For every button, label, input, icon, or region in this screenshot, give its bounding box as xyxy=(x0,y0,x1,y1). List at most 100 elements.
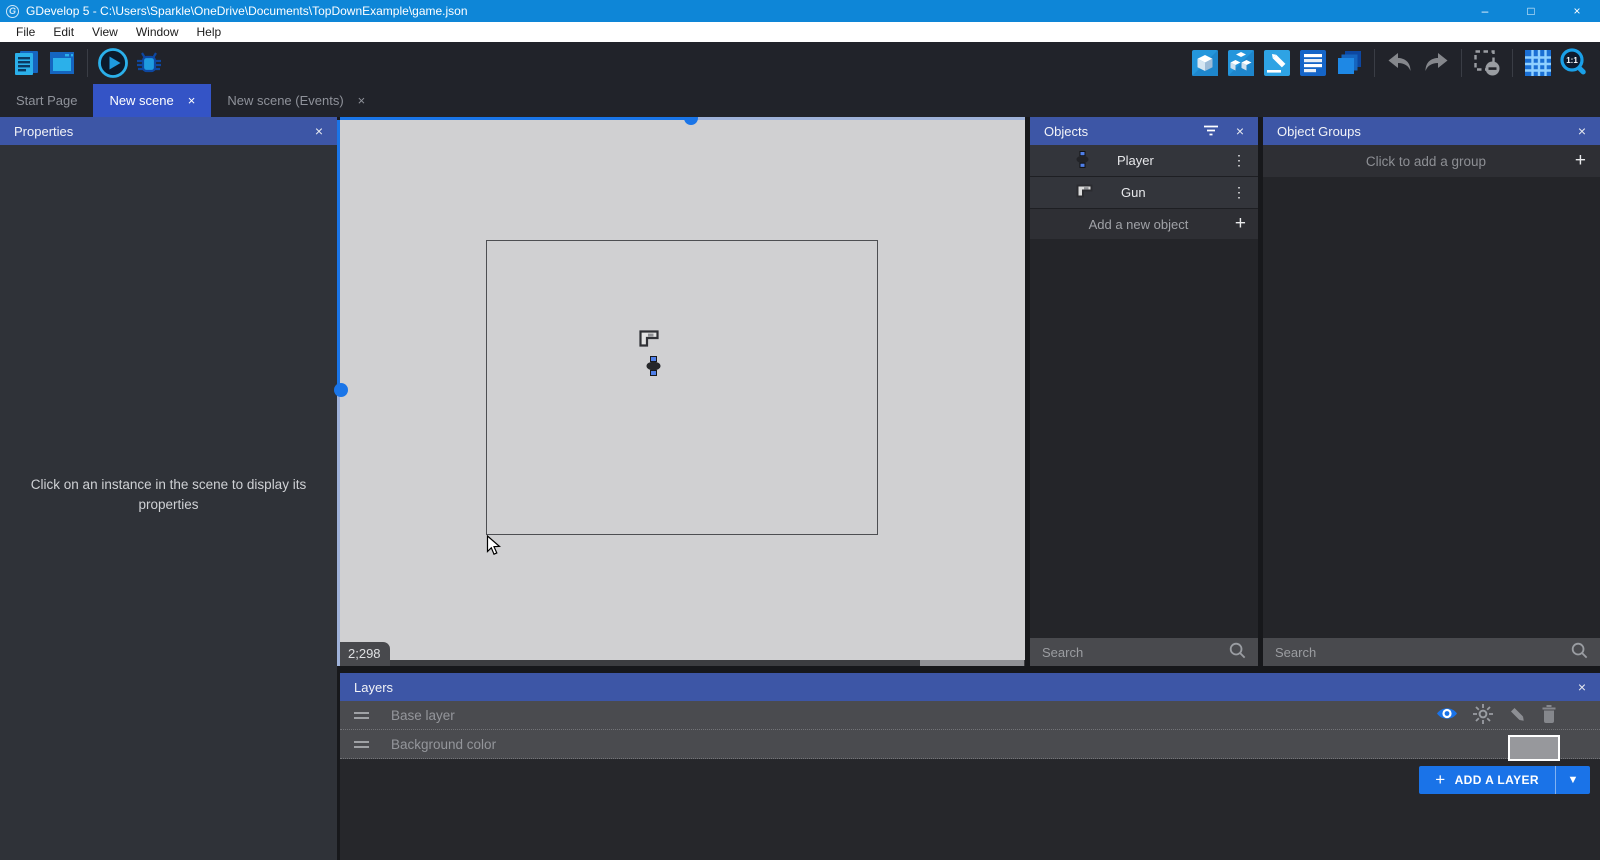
layers-panel-header: Layers × xyxy=(340,673,1600,701)
tab-close-icon[interactable]: × xyxy=(358,93,366,108)
add-group-label: Click to add a group xyxy=(1365,153,1486,169)
object-groups-panel-header: Object Groups × xyxy=(1263,117,1600,145)
drag-handle-icon[interactable] xyxy=(354,711,369,719)
player-instance[interactable] xyxy=(646,356,661,381)
divider-drag-handle[interactable] xyxy=(334,383,348,397)
project-manager-icon[interactable] xyxy=(8,45,44,81)
tab-start-page[interactable]: Start Page xyxy=(0,84,93,117)
object-menu-icon[interactable]: ⋮ xyxy=(1232,152,1246,169)
close-layers-icon[interactable]: × xyxy=(1578,679,1586,695)
layer-row-base[interactable]: Base layer xyxy=(340,701,1600,730)
add-new-object-button[interactable]: Add a new object + xyxy=(1030,209,1258,239)
open-object-groups-panel-icon[interactable] xyxy=(1223,45,1259,81)
background-color-swatch[interactable] xyxy=(1508,735,1560,761)
menu-edit[interactable]: Edit xyxy=(44,22,83,42)
tab-new-scene-events[interactable]: New scene (Events) × xyxy=(211,84,381,117)
maximize-button[interactable]: □ xyxy=(1508,0,1554,22)
tab-new-scene[interactable]: New scene × xyxy=(93,84,212,117)
toolbar-separator xyxy=(1374,49,1375,77)
zoom-1-1-icon[interactable]: 1:1 xyxy=(1556,45,1592,81)
close-button[interactable]: × xyxy=(1554,0,1600,22)
search-icon xyxy=(1228,641,1246,664)
object-groups-panel: Object Groups × Click to add a group + xyxy=(1263,117,1600,666)
objects-panel-title: Objects xyxy=(1044,123,1089,139)
menu-window[interactable]: Window xyxy=(127,22,188,42)
toolbar-separator xyxy=(1461,49,1462,77)
properties-panel-title: Properties xyxy=(14,123,74,139)
filter-icon[interactable] xyxy=(1202,122,1220,141)
gdevelop-logo-icon: G xyxy=(6,4,19,18)
object-row-player[interactable]: Player ⋮ xyxy=(1030,145,1258,177)
drag-handle-icon[interactable] xyxy=(354,740,369,748)
game-window-frame xyxy=(486,240,878,535)
properties-panel: Properties × Click on an instance in the… xyxy=(0,117,337,860)
menu-help[interactable]: Help xyxy=(188,22,231,42)
svg-text:1:1: 1:1 xyxy=(1566,56,1578,65)
layer-edit-pencil-icon[interactable] xyxy=(1507,704,1527,727)
object-row-gun[interactable]: Gun ⋮ xyxy=(1030,177,1258,209)
layers-panel: Layers × Base layer Background color + A… xyxy=(340,673,1600,860)
groups-search-row xyxy=(1263,638,1600,666)
objects-search-input[interactable] xyxy=(1042,644,1228,660)
close-object-groups-icon[interactable]: × xyxy=(1578,123,1586,139)
layers-panel-title: Layers xyxy=(354,679,394,695)
tab-label: New scene xyxy=(109,93,174,108)
toolbar: 1:1 xyxy=(0,42,1600,84)
groups-search-input[interactable] xyxy=(1275,644,1570,660)
open-objects-panel-icon[interactable] xyxy=(1187,45,1223,81)
close-properties-icon[interactable]: × xyxy=(315,123,323,139)
add-object-label: Add a new object xyxy=(1088,216,1189,232)
mouse-cursor-icon xyxy=(486,534,502,561)
cursor-coordinates-badge: 2;298 xyxy=(340,642,390,666)
toolbar-separator xyxy=(87,49,88,77)
window-title: GDevelop 5 - C:\Users\Sparkle\OneDrive\D… xyxy=(26,4,468,18)
redo-icon[interactable] xyxy=(1418,45,1454,81)
close-objects-icon[interactable]: × xyxy=(1236,123,1244,139)
grid-icon[interactable] xyxy=(1520,45,1556,81)
search-icon xyxy=(1570,641,1588,664)
minimize-button[interactable]: – xyxy=(1462,0,1508,22)
layer-visibility-eye-icon[interactable] xyxy=(1435,705,1459,725)
toolbar-right-group: 1:1 xyxy=(1187,45,1592,81)
scene-canvas[interactable]: 2;298 xyxy=(340,120,1025,666)
menu-view[interactable]: View xyxy=(83,22,127,42)
open-properties-panel-icon[interactable] xyxy=(1259,45,1295,81)
play-icon[interactable] xyxy=(95,45,131,81)
object-groups-panel-title: Object Groups xyxy=(1277,123,1361,139)
tab-close-icon[interactable]: × xyxy=(188,93,196,108)
objects-panel: Objects × Player ⋮ Gun ⋮ Add a new objec… xyxy=(1030,117,1258,666)
plus-icon: + xyxy=(1234,213,1246,234)
scrollbar-thumb[interactable] xyxy=(920,660,1024,666)
layer-delete-trash-icon[interactable] xyxy=(1540,704,1558,727)
properties-panel-header: Properties × xyxy=(0,117,337,145)
gun-thumbnail-icon xyxy=(1076,184,1093,201)
toolbar-separator xyxy=(1512,49,1513,77)
plus-icon: + xyxy=(1574,150,1586,171)
gun-instance[interactable] xyxy=(639,330,659,352)
layer-effects-icon[interactable] xyxy=(1472,703,1494,728)
undo-icon[interactable] xyxy=(1382,45,1418,81)
object-menu-icon[interactable]: ⋮ xyxy=(1232,184,1246,201)
canvas-horizontal-scrollbar xyxy=(340,660,1025,666)
open-instances-list-icon[interactable] xyxy=(1295,45,1331,81)
chevron-down-icon[interactable]: ▼ xyxy=(1556,766,1590,794)
add-group-button[interactable]: Click to add a group + xyxy=(1263,145,1600,177)
menu-file[interactable]: File xyxy=(7,22,44,42)
main-area: Properties × Click on an instance in the… xyxy=(0,117,1600,860)
object-name: Player xyxy=(1117,153,1154,168)
scene-editor-icon[interactable] xyxy=(44,45,80,81)
menubar: File Edit View Window Help xyxy=(0,22,1600,42)
layer-name: Base layer xyxy=(391,707,455,723)
titlebar: G GDevelop 5 - C:\Users\Sparkle\OneDrive… xyxy=(0,0,1600,22)
layer-name: Background color xyxy=(391,736,497,752)
add-layer-button[interactable]: + ADD A LAYER ▼ xyxy=(1419,766,1590,794)
mask-selection-icon[interactable] xyxy=(1469,45,1505,81)
layer-row-background-color[interactable]: Background color xyxy=(340,730,1600,759)
tabbar: Start Page New scene × New scene (Events… xyxy=(0,84,1600,117)
window-controls: – □ × xyxy=(1462,0,1600,22)
tab-label: New scene (Events) xyxy=(227,93,344,108)
objects-panel-header: Objects × xyxy=(1030,117,1258,145)
open-layers-panel-icon[interactable] xyxy=(1331,45,1367,81)
player-thumbnail-icon xyxy=(1076,150,1089,171)
debug-icon[interactable] xyxy=(131,45,167,81)
